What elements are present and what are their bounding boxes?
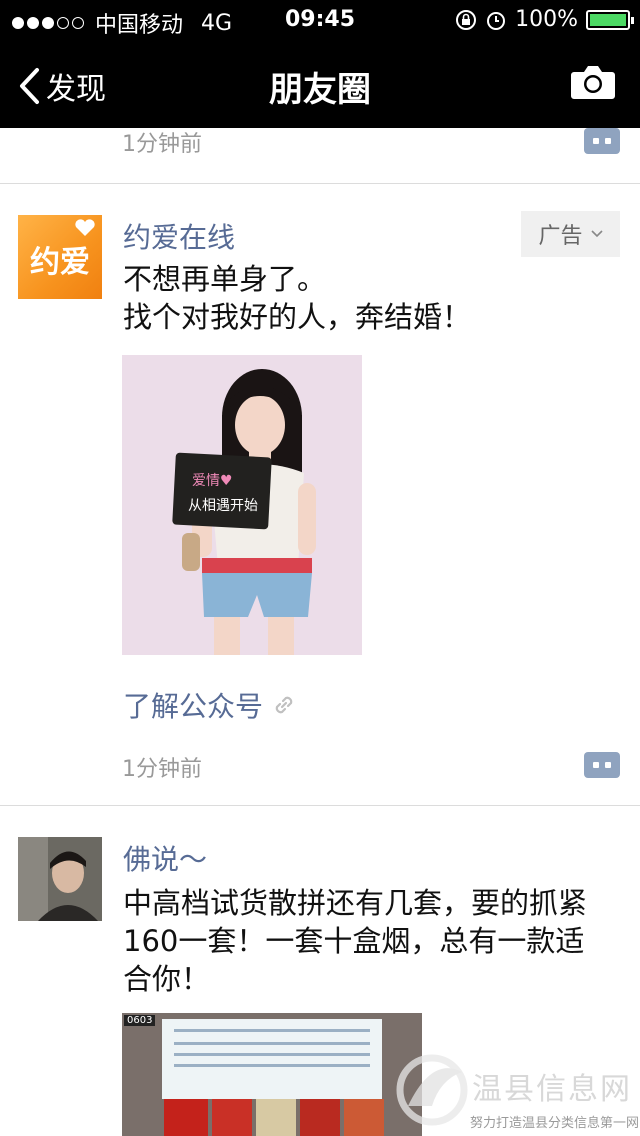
divider: [0, 183, 640, 184]
post-text-line: 合你！: [123, 962, 211, 996]
comment-button[interactable]: [584, 752, 620, 778]
author-name[interactable]: 佛说～: [123, 838, 207, 878]
sign-text-1: 爱情♥: [192, 473, 233, 489]
post-image[interactable]: 0603: [122, 1013, 422, 1136]
avatar[interactable]: [18, 837, 102, 921]
avatar[interactable]: 约爱: [18, 215, 102, 299]
camera-icon: [571, 66, 615, 99]
battery-icon: [586, 9, 634, 30]
page-title: 朋友圈: [269, 70, 371, 110]
watermark-subtitle: 努力打造温县分类信息第一网: [470, 1116, 640, 1131]
image-tag: 0603: [124, 1015, 156, 1026]
battery-percent: 100%: [515, 7, 578, 32]
divider: [0, 805, 640, 806]
cigarette-box: [344, 1099, 384, 1136]
post-image[interactable]: 爱情♥ 从相遇开始: [122, 355, 362, 655]
watermark-title: 温县信息网: [472, 1072, 632, 1107]
post-text-line: 不想再单身了。: [123, 262, 327, 296]
comment-button[interactable]: [584, 128, 620, 154]
post-text-line: 找个对我好的人，奔结婚！: [123, 300, 472, 334]
alarm-icon: [487, 11, 506, 30]
cigarette-box: [212, 1099, 252, 1136]
cigarette-box: [300, 1099, 340, 1136]
ad-badge[interactable]: 广告: [521, 211, 620, 257]
public-account-link-label: 了解公众号: [123, 690, 264, 723]
sign-text-2: 从相遇开始: [188, 498, 258, 514]
link-icon: [275, 696, 293, 714]
avatar-logo-text: 约爱: [30, 245, 90, 280]
rotation-lock-icon: [456, 9, 477, 30]
watermark: 温县信息网 努力打造温县分类信息第一网: [388, 1046, 640, 1134]
post-timestamp: 1分钟前: [122, 757, 202, 782]
status-bar: 中国移动 4G 09:45 100%: [0, 0, 640, 40]
cigarette-box: [256, 1099, 296, 1136]
post-text: 不想再单身了。 找个对我好的人，奔结婚！: [123, 260, 471, 336]
author-name[interactable]: 约爱在线: [123, 216, 235, 256]
camera-button[interactable]: [570, 64, 616, 104]
price-sheet: [162, 1019, 382, 1099]
nav-bar: 发现 朋友圈: [0, 40, 640, 128]
ad-badge-label: 广告: [538, 224, 583, 249]
person-photo: [18, 837, 102, 921]
post-text-line: 160一套！一套十盒烟，总有一款适: [123, 924, 585, 958]
cigarette-box: [164, 1099, 208, 1136]
post-text: 中高档试货散拼还有几套，要的抓紧 160一套！一套十盒烟，总有一款适 合你！: [123, 884, 623, 998]
watermark-logo-icon: [396, 1054, 468, 1126]
chevron-down-icon: [590, 230, 603, 238]
post-text-line: 中高档试货散拼还有几套，要的抓紧: [123, 886, 588, 920]
public-account-link[interactable]: 了解公众号: [123, 685, 297, 725]
post-timestamp: 1分钟前: [122, 132, 202, 157]
heart-icon: [75, 219, 95, 236]
